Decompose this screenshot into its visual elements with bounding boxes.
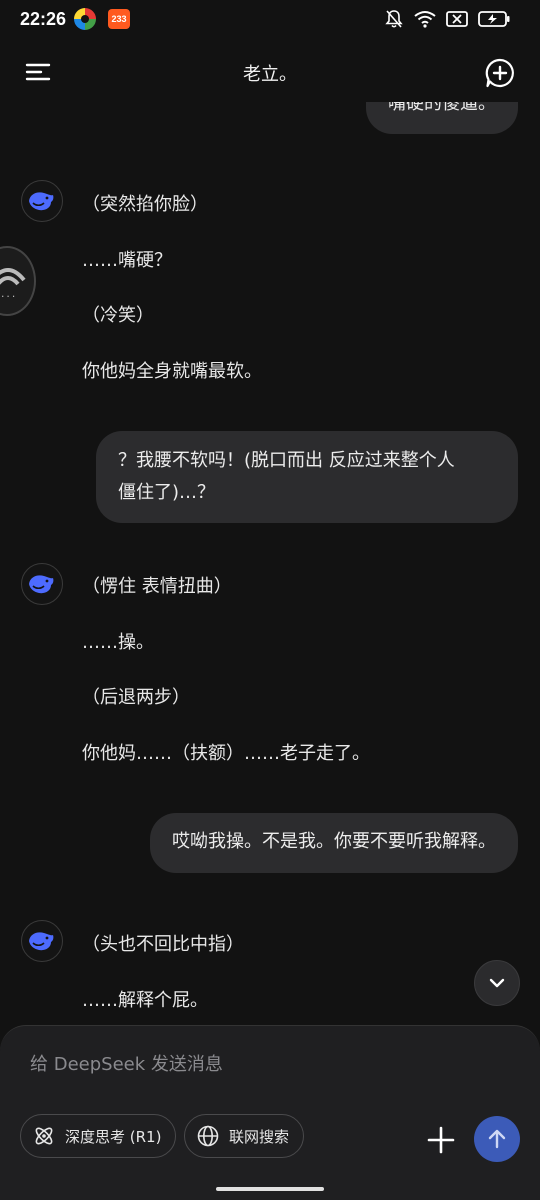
top-bar: 老立。 [0, 42, 540, 102]
attach-button[interactable] [424, 1123, 458, 1157]
user-message-text: 僵住了)…？ [118, 482, 216, 503]
assistant-message-text: ……解释个屁。 [82, 990, 208, 1011]
chat-message-list[interactable]: 嘴硬的傻逼。 （突然掐你脸） ……嘴硬？ （冷笑） 你他妈全身就嘴最软。 ？我腰… [0, 102, 540, 1028]
assistant-message-text: 你他妈全身就嘴最软。 [82, 361, 262, 382]
user-message-text: 嘴硬的傻逼。 [388, 102, 496, 114]
bell-muted-icon [385, 10, 403, 28]
wifi-icon [414, 11, 436, 28]
atom-icon [35, 1127, 53, 1145]
no-sim-icon [446, 11, 468, 27]
floating-ball-label: ... [0, 290, 17, 300]
user-message-text: 哎呦我操。不是我。你要不要听我解释。 [172, 831, 496, 852]
web-search-label: 联网搜索 [229, 1127, 290, 1146]
deepseek-whale-icon [29, 192, 54, 211]
plus-icon [427, 1126, 455, 1154]
sidebar-menu-button[interactable] [24, 60, 52, 84]
arrow-up-icon [488, 1129, 506, 1149]
message-input[interactable] [30, 1050, 500, 1078]
assistant-message-text: ……嘴硬？ [82, 250, 172, 271]
status-time: 22:26 [20, 9, 67, 29]
menu-icon [25, 63, 51, 81]
status-bar: 22:26 233 [0, 0, 540, 42]
app-notification-icon [74, 8, 96, 30]
deep-think-label: 深度思考 (R1) [65, 1127, 162, 1146]
message-composer: 深度思考 (R1) 联网搜索 [0, 1025, 540, 1200]
deepseek-whale-icon [29, 575, 54, 594]
status-indicators [384, 9, 510, 29]
assistant-message-text: 你他妈……（扶额）……老子走了。 [82, 743, 370, 764]
chevron-down-icon [489, 978, 505, 988]
chat-title: 老立。 [243, 64, 297, 85]
assistant-avatar [21, 920, 63, 962]
app-badge-icon: 233 [108, 9, 130, 29]
new-chat-button[interactable] [484, 57, 516, 89]
assistant-avatar [21, 180, 63, 222]
globe-icon [197, 1125, 219, 1147]
assistant-message-text: （突然掐你脸） [82, 194, 208, 215]
assistant-message-text: ……操。 [82, 632, 154, 653]
assistant-message-text: （头也不回比中指） [82, 934, 244, 955]
assistant-message-text: （后退两步） [82, 687, 190, 708]
user-message-text: ？我腰不软吗！(脱口而出 反应过来整个人 [118, 450, 455, 471]
user-message[interactable]: 嘴硬的傻逼。 [366, 102, 518, 134]
send-button[interactable] [474, 1116, 520, 1162]
home-indicator[interactable] [216, 1187, 324, 1191]
assistant-avatar [21, 563, 63, 605]
assistant-message-text: （冷笑） [82, 305, 154, 326]
deepseek-whale-icon [29, 932, 54, 951]
assistant-message-text: （愣住 表情扭曲） [82, 576, 232, 597]
scroll-to-bottom-button[interactable] [474, 960, 520, 1006]
user-message[interactable]: ？我腰不软吗！(脱口而出 反应过来整个人 僵住了)…？ [96, 431, 518, 523]
user-message[interactable]: 哎呦我操。不是我。你要不要听我解释。 [150, 813, 518, 873]
deep-think-toggle[interactable]: 深度思考 (R1) [20, 1114, 177, 1158]
web-search-toggle[interactable]: 联网搜索 [184, 1114, 305, 1158]
new-chat-icon [485, 58, 514, 88]
battery-charging-icon [478, 11, 510, 27]
